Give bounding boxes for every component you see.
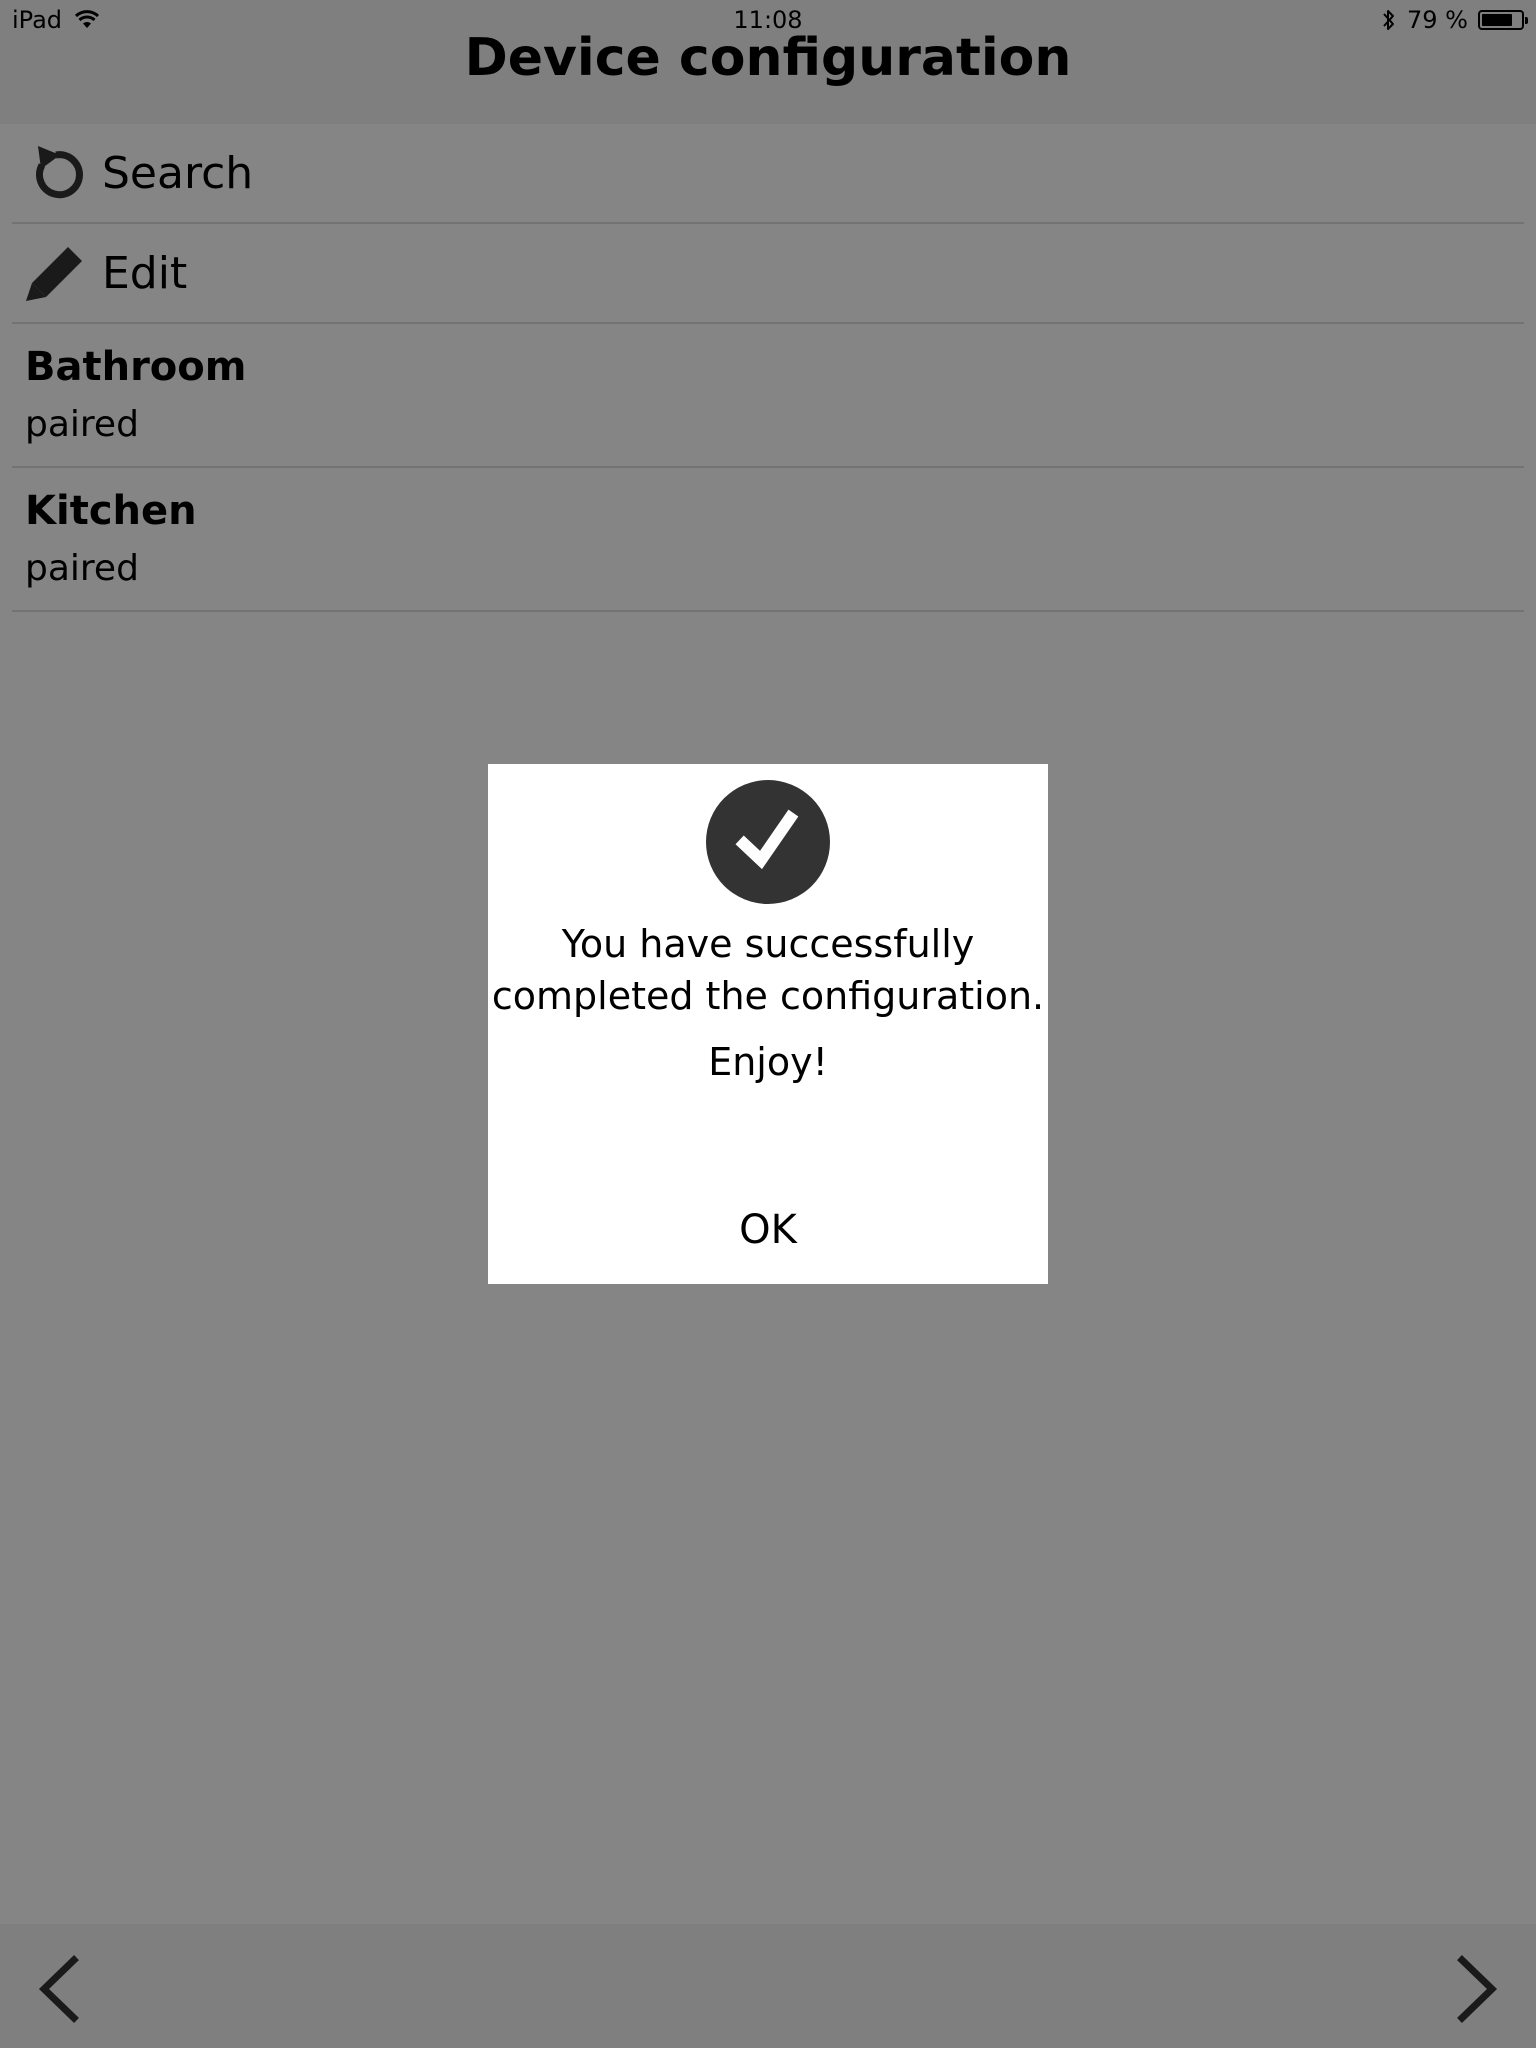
ok-button[interactable]: OK — [668, 1192, 868, 1268]
success-dialog: You have successfully completed the conf… — [488, 764, 1048, 1284]
dialog-message: You have successfully completed the conf… — [491, 922, 1045, 1018]
dialog-subtext: Enjoy! — [708, 1040, 828, 1084]
checkmark-icon — [706, 780, 830, 904]
